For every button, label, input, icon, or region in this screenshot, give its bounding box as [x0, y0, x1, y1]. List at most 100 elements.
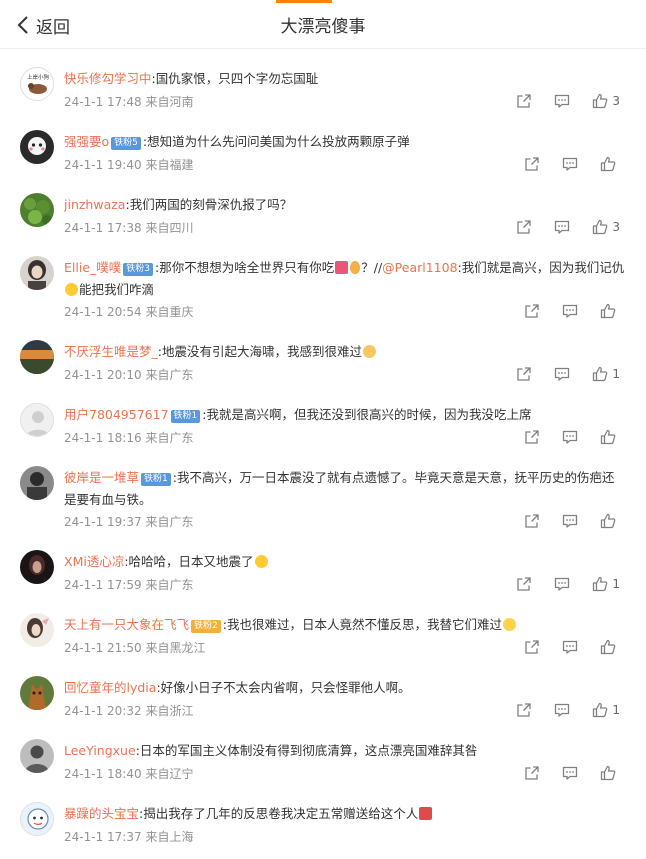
laugh-emoji-icon	[65, 283, 78, 296]
comment-actions: 1	[494, 702, 620, 718]
comment-button[interactable]	[554, 702, 570, 718]
like-button[interactable]: 3	[592, 93, 620, 109]
comment-icon	[562, 514, 578, 528]
comment-button[interactable]	[562, 765, 578, 781]
share-button[interactable]	[516, 576, 532, 592]
comment-content: 我也很难过，日本人竟然不懂反思，我替它们难过	[226, 617, 502, 632]
share-button[interactable]	[516, 702, 532, 718]
comment-meta: 24-1-1 20:10 来自广东	[64, 366, 193, 383]
avatar[interactable]	[20, 550, 54, 584]
sad-emoji-icon	[502, 618, 516, 631]
comment-meta: 24-1-1 17:38 来自四川	[64, 219, 193, 236]
comment-button[interactable]	[562, 429, 578, 445]
share-button[interactable]	[516, 366, 532, 382]
like-count: 1	[612, 703, 620, 717]
comment-time: 24-1-1 18:40	[64, 767, 142, 781]
share-button[interactable]	[516, 93, 532, 109]
share-icon	[525, 430, 539, 444]
comment-icon	[562, 640, 578, 654]
avatar[interactable]	[20, 193, 54, 227]
comment-username[interactable]: 回忆童年的lydia	[64, 680, 156, 695]
comment-meta: 24-1-1 20:32 来自浙江	[64, 702, 193, 719]
comment-button[interactable]	[554, 576, 570, 592]
like-button[interactable]: 3	[592, 219, 620, 235]
share-button[interactable]	[524, 765, 540, 781]
share-icon	[525, 304, 539, 318]
share-button[interactable]	[524, 429, 540, 445]
avatar[interactable]	[20, 613, 54, 647]
comment-username[interactable]: XMi透心凉	[64, 554, 124, 569]
comment-content: 我就是高兴啊，但我还没到很高兴的时候，因为我没吃上席	[206, 407, 532, 422]
comment-button[interactable]	[562, 513, 578, 529]
like-button[interactable]	[600, 765, 620, 781]
avatar-image: 上岸小狗	[21, 68, 53, 100]
share-button[interactable]	[524, 639, 540, 655]
comment-button[interactable]	[554, 93, 570, 109]
avatar[interactable]	[20, 466, 54, 500]
comment-button[interactable]	[562, 639, 578, 655]
comment-item: jinzhwaza:我们两国的刻骨深仇报了吗？ 24-1-1 17:38 来自四…	[0, 187, 646, 250]
comment-username[interactable]: Ellie_噗噗	[64, 260, 121, 275]
like-button[interactable]	[600, 303, 620, 319]
like-button[interactable]	[600, 429, 620, 445]
avatar[interactable]	[20, 130, 54, 164]
share-button[interactable]	[516, 219, 532, 235]
avatar-image	[20, 256, 54, 290]
like-button[interactable]: 1	[592, 366, 620, 382]
avatar[interactable]	[20, 739, 54, 773]
comment-button[interactable]	[554, 366, 570, 382]
avatar[interactable]	[20, 340, 54, 374]
share-button[interactable]	[524, 156, 540, 172]
share-icon	[525, 157, 539, 171]
gift-emoji-icon	[419, 807, 433, 820]
comment-button[interactable]	[562, 303, 578, 319]
like-button[interactable]	[600, 639, 620, 655]
like-icon	[593, 702, 608, 718]
like-button[interactable]	[600, 156, 620, 172]
comment-username[interactable]: LeeYingxue	[64, 743, 136, 758]
avatar-image	[20, 739, 54, 773]
like-icon	[600, 639, 616, 655]
comment-time: 24-1-1 19:37	[64, 515, 142, 529]
comment-button[interactable]	[554, 219, 570, 235]
comment-source: 来自辽宁	[145, 767, 194, 781]
share-button[interactable]	[524, 513, 540, 529]
like-icon	[593, 576, 608, 592]
share-button[interactable]	[524, 303, 540, 319]
like-button[interactable]	[600, 513, 620, 529]
comment-username[interactable]: 快乐修勾学习中	[64, 71, 152, 86]
avatar-image	[20, 193, 54, 227]
comment-button[interactable]	[562, 156, 578, 172]
comment-source: 来自黑龙江	[145, 641, 206, 655]
mention-link[interactable]: @Pearl1108	[382, 260, 457, 275]
avatar[interactable]	[20, 403, 54, 437]
comment-username[interactable]: 天上有一只大象在飞飞	[64, 617, 189, 632]
grin-emoji-icon	[254, 555, 268, 568]
comment-source: 来自浙江	[145, 704, 194, 718]
like-button[interactable]: 1	[592, 702, 620, 718]
avatar[interactable]	[20, 802, 54, 836]
comment-content: 哈哈哈，日本又地震了	[128, 554, 254, 569]
comment-username[interactable]: 用户7804957617	[64, 407, 169, 422]
comment-source: 来自福建	[145, 158, 194, 172]
comment-item: XMi透心凉:哈哈哈，日本又地震了 24-1-1 17:59 来自广东 1	[0, 544, 646, 607]
comment-username[interactable]: 暴躁的头宝宝	[64, 806, 139, 821]
avatar[interactable]	[20, 676, 54, 710]
comment-meta: 24-1-1 17:48 来自河南	[64, 93, 193, 110]
avatar[interactable]: 上岸小狗	[20, 67, 54, 101]
comment-text: 回忆童年的lydia:好像小日子不太会内省啊，只会怪罪他人啊。	[64, 680, 411, 695]
avatar[interactable]	[20, 256, 54, 290]
comment-time: 24-1-1 20:32	[64, 704, 142, 718]
like-button[interactable]: 1	[592, 576, 620, 592]
comment-icon	[562, 430, 578, 444]
comment-username[interactable]: 强强要o	[64, 134, 109, 149]
comment-username[interactable]: 不厌浮生唯是梦_	[64, 344, 158, 359]
comment-username[interactable]: jinzhwaza	[64, 197, 125, 212]
comment-icon	[555, 94, 570, 108]
share-icon	[525, 766, 539, 780]
avatar-image	[20, 550, 54, 584]
comment-username[interactable]: 彼岸是一堆草	[64, 470, 139, 485]
comment-source: 来自重庆	[145, 305, 194, 319]
like-icon	[600, 513, 616, 529]
comment-time: 24-1-1 20:10	[64, 368, 142, 382]
